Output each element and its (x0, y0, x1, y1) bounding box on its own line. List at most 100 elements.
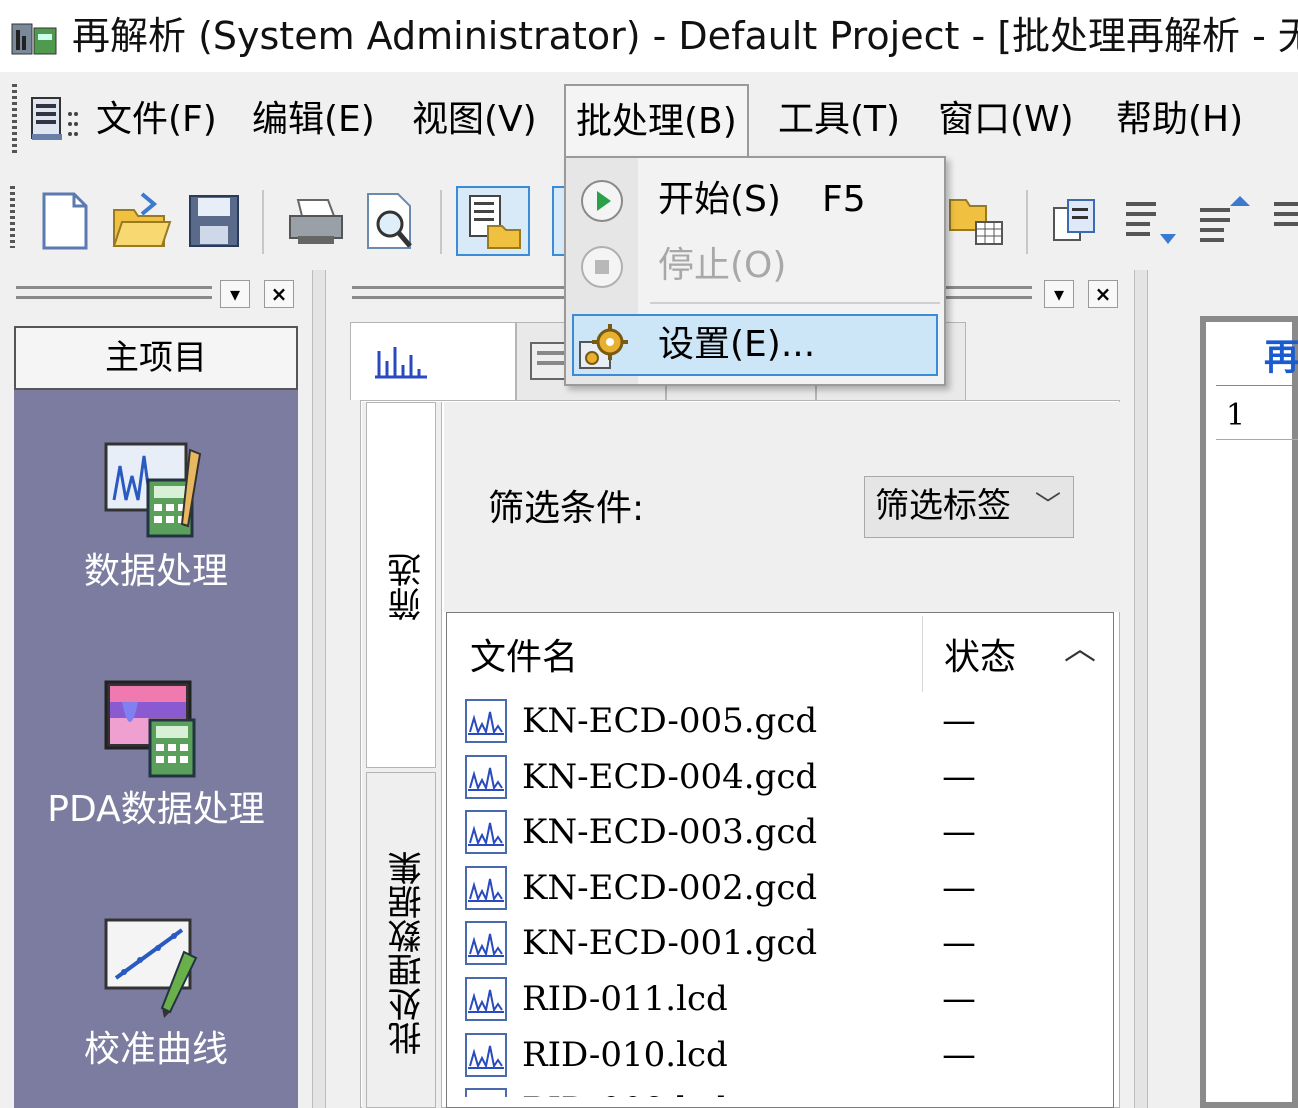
chromatogram-icon (373, 341, 429, 385)
column-header-filename[interactable]: 文件名 (470, 630, 578, 686)
chromatogram-file-icon (464, 865, 508, 911)
right-table-row[interactable]: 1 (1216, 392, 1298, 440)
open-folder-icon[interactable] (108, 186, 172, 256)
chromatogram-file-icon (464, 754, 508, 800)
nav-calibration-curve[interactable]: 校准曲线 (14, 1020, 298, 1072)
chromatogram-file-icon (464, 1087, 508, 1097)
menu-item-settings[interactable]: 设置(E)... (572, 314, 938, 376)
file-name: KN-ECD-002.gcd (522, 868, 818, 908)
table-row[interactable]: KN-ECD-001.gcd — (462, 916, 1062, 970)
print-preview-icon[interactable] (358, 186, 422, 256)
file-name: KN-ECD-004.gcd (522, 757, 818, 797)
file-status: — (942, 979, 976, 1019)
chevron-up-icon[interactable]: ︿ (1060, 628, 1100, 668)
nav-pda-data-processing[interactable]: PDA数据处理 (14, 780, 298, 832)
list-down-icon[interactable] (1120, 186, 1184, 256)
file-status: — (942, 812, 976, 852)
new-file-icon[interactable] (34, 186, 98, 256)
column-divider[interactable] (922, 616, 923, 692)
batch-table-icon[interactable] (456, 186, 530, 256)
vtab-batch-dataset[interactable]: 批处理数据集 (366, 772, 436, 1108)
column-header-status[interactable]: 状态 (944, 630, 1016, 686)
menubar-grip[interactable] (12, 84, 17, 156)
file-name: RID-009.lcd (522, 1083, 728, 1097)
file-status: — (942, 923, 976, 963)
file-name: KN-ECD-005.gcd (522, 701, 818, 741)
chromatogram-file-icon (464, 698, 508, 744)
chromatogram-file-icon (464, 920, 508, 966)
file-status: — (942, 868, 976, 908)
menu-item-start[interactable]: 开始(S) F5 (566, 168, 944, 232)
toolbar-separator (440, 190, 442, 254)
menu-view[interactable]: 视图(V) (402, 84, 547, 156)
pda-data-processing-icon[interactable] (100, 672, 210, 782)
table-row[interactable]: RID-009.lcd (462, 1083, 1062, 1097)
close-icon[interactable]: × (1088, 280, 1118, 308)
menu-item-start-shortcut: F5 (822, 179, 866, 220)
main-project-header[interactable]: 主项目 (14, 326, 298, 390)
dock-grip-line (16, 296, 212, 299)
chromatogram-file-icon (464, 809, 508, 855)
menu-edit[interactable]: 编辑(E) (242, 84, 385, 156)
menu-item-start-label: 开始(S) (658, 179, 781, 220)
settings-gear-icon (576, 322, 632, 376)
list-up-icon[interactable] (1194, 186, 1258, 256)
vtab-batch-dataset-label: 批处理数据集 (388, 851, 428, 1055)
tab-chromatogram[interactable] (350, 322, 516, 400)
table-row[interactable]: KN-ECD-002.gcd — (462, 861, 1062, 915)
file-name: KN-ECD-003.gcd (522, 812, 818, 852)
chromatogram-file-icon (464, 1032, 508, 1078)
save-icon[interactable] (182, 186, 246, 256)
vtab-filter[interactable]: 筛选 (366, 402, 436, 768)
menu-item-stop-label: 停止(O) (658, 245, 787, 286)
menu-item-stop[interactable]: 停止(O) (566, 234, 944, 298)
menu-tools[interactable]: 工具(T) (768, 84, 910, 156)
menu-separator (650, 302, 940, 304)
folder-grid-icon[interactable] (946, 186, 1010, 256)
data-processing-icon[interactable] (100, 436, 210, 546)
nav-data-processing[interactable]: 数据处理 (14, 542, 298, 594)
filter-condition-label: 筛选条件: (488, 488, 645, 529)
copy-list-icon[interactable] (1046, 186, 1110, 256)
chevron-down-icon[interactable]: ▾ (1044, 280, 1074, 308)
menu-window[interactable]: 窗口(W) (928, 84, 1084, 156)
table-row[interactable]: KN-ECD-003.gcd — (462, 805, 1062, 859)
menu-batch[interactable]: 批处理(B) (564, 84, 749, 156)
chevron-down-icon[interactable]: ▾ (220, 280, 250, 308)
filter-select-value: 筛选标签 (875, 486, 1011, 526)
list-icon[interactable] (1268, 186, 1298, 256)
file-name: KN-ECD-001.gcd (522, 923, 818, 963)
dock-grip-line (16, 286, 212, 289)
file-status: — (942, 1035, 976, 1075)
file-name: RID-010.lcd (522, 1035, 728, 1075)
file-status: — (942, 757, 976, 797)
menu-item-settings-label: 设置(E)... (658, 324, 816, 365)
table-row[interactable]: KN-ECD-004.gcd — (462, 750, 1062, 804)
play-icon (578, 178, 626, 228)
print-icon[interactable] (284, 186, 348, 256)
chromatogram-file-icon (464, 976, 508, 1022)
calibration-curve-icon[interactable] (100, 912, 210, 1022)
menu-help[interactable]: 帮助(H) (1106, 84, 1253, 156)
table-row[interactable]: RID-010.lcd — (462, 1028, 1062, 1082)
document-menu-icon[interactable] (28, 94, 84, 146)
toolbar-separator (1026, 190, 1028, 254)
toolbar-separator (262, 190, 264, 254)
panel-splitter[interactable] (1134, 270, 1148, 1108)
toolbar-grip[interactable] (10, 186, 15, 248)
stop-icon (578, 244, 626, 294)
panel-splitter[interactable] (312, 270, 326, 1108)
menu-file[interactable]: 文件(F) (86, 84, 227, 156)
right-table-header[interactable]: 再 (1216, 330, 1298, 386)
table-row[interactable]: RID-011.lcd — (462, 972, 1062, 1026)
file-status: — (942, 701, 976, 741)
vtab-filter-label: 筛选 (388, 553, 428, 621)
filter-select[interactable]: 筛选标签 ﹀ (864, 476, 1074, 538)
file-name: RID-011.lcd (522, 979, 728, 1019)
left-dock-header (14, 276, 300, 312)
table-row[interactable]: KN-ECD-005.gcd — (462, 694, 1062, 748)
window-title: 再解析 (System Administrator) - Default Pro… (72, 14, 1298, 58)
close-icon[interactable]: × (264, 280, 294, 308)
app-icon (10, 18, 60, 58)
chevron-down-icon: ﹀ (1034, 491, 1061, 521)
